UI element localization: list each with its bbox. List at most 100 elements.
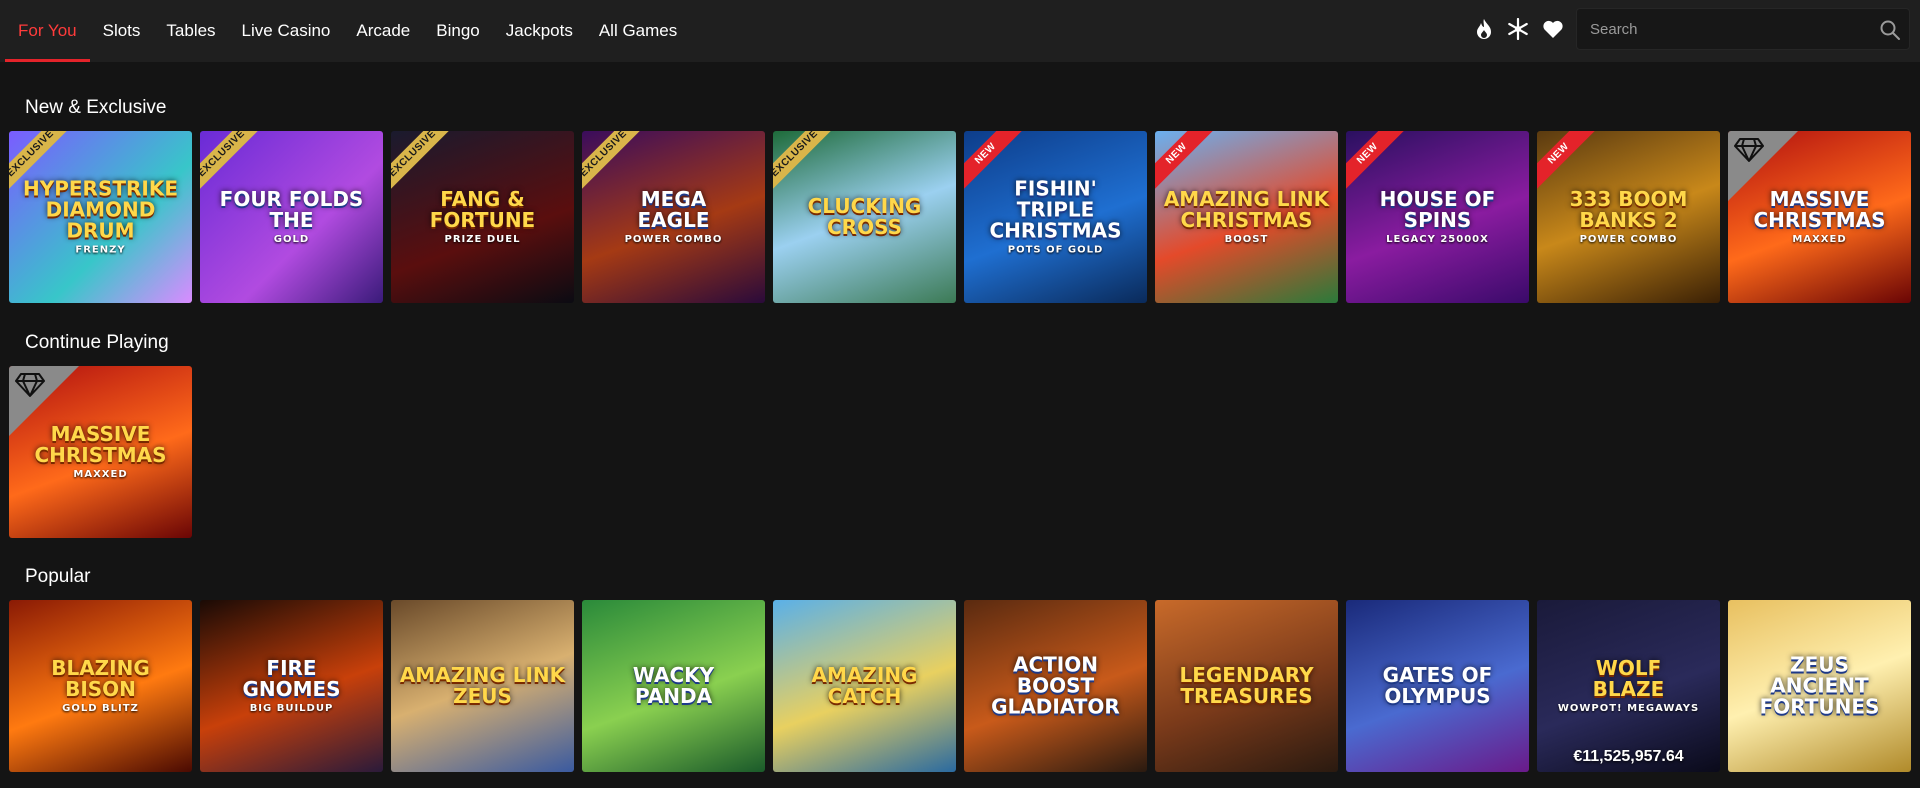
game-logo-text: Amazing Link <box>1163 186 1330 211</box>
game-logo-text: Gladiator <box>991 694 1120 719</box>
tab-arcade[interactable]: Arcade <box>343 0 423 62</box>
game-tile-massive-christmas[interactable]: Massive Christmas Maxxed <box>1728 131 1911 303</box>
game-tile-amazing-catch[interactable]: Amazing Catch <box>773 600 956 772</box>
game-tile-fire-gnomes[interactable]: Fire Gnomes Big Buildup <box>200 600 383 772</box>
game-logo-text: Banks 2 <box>1579 207 1678 232</box>
game-tile-fishin-triple-christmas[interactable]: Fishin' Triple Christmas Pots of Gold NEW <box>964 131 1147 303</box>
game-tile-clucking-cross[interactable]: Clucking Cross EXCLUSIVE <box>773 131 956 303</box>
game-logo-text: Gold Blitz <box>62 702 139 714</box>
game-logo-text: Christmas <box>1180 207 1313 232</box>
game-tile-mega-eagle[interactable]: Mega Eagle Power Combo EXCLUSIVE <box>582 131 765 303</box>
game-logo-text: Gold <box>273 233 310 245</box>
game-logo-text: Diamond Drum <box>45 197 156 243</box>
game-logo-text: Zeus <box>1790 652 1849 677</box>
game-logo-text: Clucking <box>807 194 922 218</box>
game-logo-text: Catch <box>827 684 902 708</box>
game-tile-hyperstrike-diamond-drum[interactable]: Hyperstrike Diamond Drum Frenzy EXCLUSIVE <box>9 131 192 303</box>
game-row-continue-playing: Massive Christmas Maxxed <box>9 366 192 538</box>
jackpot-amount: €11,525,957.64 <box>1573 748 1684 765</box>
game-tile-amazing-link-christmas[interactable]: Amazing Link Christmas Boost NEW <box>1155 131 1338 303</box>
game-logo-text: Panda <box>634 684 713 708</box>
game-tile-massive-christmas[interactable]: Massive Christmas Maxxed <box>9 366 192 538</box>
game-logo-art: House of Spins Legacy 25000x <box>1346 188 1529 246</box>
game-logo-art: Legendary Treasures <box>1155 665 1338 707</box>
game-logo-text: Boost <box>1224 233 1269 245</box>
game-logo-text: Gnomes <box>242 676 341 701</box>
game-logo-text: Spins <box>1403 207 1472 232</box>
game-tile-four-folds-the[interactable]: Four Folds The Gold EXCLUSIVE <box>200 131 383 303</box>
game-logo-text: Cross <box>827 215 902 239</box>
game-row-new-exclusive: Hyperstrike Diamond Drum Frenzy EXCLUSIVE Fo… <box>9 131 1911 303</box>
search-box <box>1576 8 1910 50</box>
game-tile-wacky-panda[interactable]: Wacky Panda <box>582 600 765 772</box>
game-logo-text: Fang & <box>440 186 525 211</box>
search-icon[interactable] <box>1879 19 1901 41</box>
top-navigation-bar: For You Slots Tables Live Casino Arcade … <box>0 0 1920 62</box>
game-logo-text: Zeus <box>453 684 512 708</box>
tab-live-casino[interactable]: Live Casino <box>229 0 344 62</box>
game-logo-art: Hyperstrike Diamond Drum Frenzy <box>9 178 192 256</box>
game-logo-text: Legendary <box>1179 663 1314 687</box>
game-logo-text: Pots of Gold <box>1007 244 1104 256</box>
game-tile-zeus-ancient-fortunes[interactable]: Zeus Ancient Fortunes <box>1728 600 1911 772</box>
game-logo-text: Amazing <box>811 663 918 687</box>
game-logo-text: Blazing <box>51 655 150 680</box>
game-logo-art: Wolf Blaze WowPot! Megaways <box>1537 655 1720 715</box>
game-logo-art: Fire Gnomes Big Buildup <box>200 655 383 715</box>
game-logo-art: Mega Eagle Power Combo <box>582 186 765 246</box>
game-logo-text: Wolf <box>1595 655 1662 680</box>
game-logo-text: Maxxed <box>1792 233 1847 245</box>
game-logo-art: Action Boost Gladiator <box>964 652 1147 719</box>
game-tile-action-boost-gladiator[interactable]: Action Boost Gladiator <box>964 600 1147 772</box>
search-input[interactable] <box>1577 9 1909 49</box>
game-tile-333-boom-banks-2[interactable]: 333 Boom Banks 2 Power Combo NEW <box>1537 131 1720 303</box>
section-title-popular: Popular <box>25 566 91 587</box>
game-logo-text: Bison <box>65 676 136 701</box>
game-tile-house-of-spins[interactable]: House of Spins Legacy 25000x NEW <box>1346 131 1529 303</box>
game-tile-fang-fortune[interactable]: Fang & Fortune Prize Duel EXCLUSIVE <box>391 131 574 303</box>
tab-for-you[interactable]: For You <box>5 0 90 62</box>
game-logo-art: Blazing Bison Gold Blitz <box>9 655 192 715</box>
game-logo-art: Amazing Link Christmas Boost <box>1155 186 1338 246</box>
game-logo-text: Wacky <box>632 663 715 687</box>
diamond-icon <box>15 373 45 397</box>
snowflake-icon[interactable] <box>1505 16 1531 42</box>
game-tile-legendary-treasures[interactable]: Legendary Treasures <box>1155 600 1338 772</box>
flame-icon[interactable] <box>1471 16 1497 42</box>
game-row-popular: Blazing Bison Gold Blitz Fire Gnomes Big Buil… <box>9 600 1911 772</box>
game-logo-art: Gates of Olympus <box>1346 665 1529 707</box>
game-logo-text: Prize Duel <box>444 233 521 245</box>
game-logo-art: Fishin' Triple Christmas Pots of Gold <box>964 178 1147 256</box>
game-logo-text: Big Buildup <box>249 702 334 714</box>
game-logo-text: Christmas <box>989 218 1122 243</box>
game-logo-text: Power Combo <box>624 233 723 245</box>
game-logo-text: Maxxed <box>73 468 128 480</box>
game-logo-text: Ancient Fortunes <box>1759 673 1880 719</box>
game-logo-text: Fire <box>266 655 317 680</box>
heart-icon[interactable] <box>1540 16 1566 42</box>
game-tile-amazing-link-zeus[interactable]: Amazing Link Zeus <box>391 600 574 772</box>
tab-jackpots[interactable]: Jackpots <box>493 0 586 62</box>
game-logo-art: Four Folds The Gold <box>200 188 383 246</box>
game-logo-text: Olympus <box>1384 684 1491 708</box>
game-logo-text: Christmas <box>34 442 167 467</box>
tab-slots[interactable]: Slots <box>90 0 154 62</box>
game-logo-text: Frenzy <box>75 244 126 256</box>
game-logo-text: Mega <box>640 186 707 211</box>
game-logo-text: Action Boost <box>1013 652 1098 698</box>
game-logo-text: Fortune <box>429 207 536 232</box>
tab-all-games[interactable]: All Games <box>586 0 690 62</box>
game-logo-art: Amazing Link Zeus <box>391 665 574 707</box>
game-tile-blazing-bison[interactable]: Blazing Bison Gold Blitz <box>9 600 192 772</box>
tab-bingo[interactable]: Bingo <box>423 0 492 62</box>
game-logo-text: 333 Boom <box>1569 186 1688 211</box>
game-logo-text: WowPot! Megaways <box>1557 702 1700 714</box>
game-logo-art: Fang & Fortune Prize Duel <box>391 186 574 246</box>
game-logo-text: Eagle <box>637 207 710 232</box>
game-tile-wolf-blaze[interactable]: Wolf Blaze WowPot! Megaways €11,525,957.64 <box>1537 600 1720 772</box>
tab-tables[interactable]: Tables <box>153 0 228 62</box>
game-logo-text: Hyperstrike <box>23 176 178 201</box>
game-logo-art: Amazing Catch <box>773 665 956 707</box>
game-tile-gates-of-olympus[interactable]: Gates of Olympus <box>1346 600 1529 772</box>
game-logo-text: The <box>269 207 314 232</box>
